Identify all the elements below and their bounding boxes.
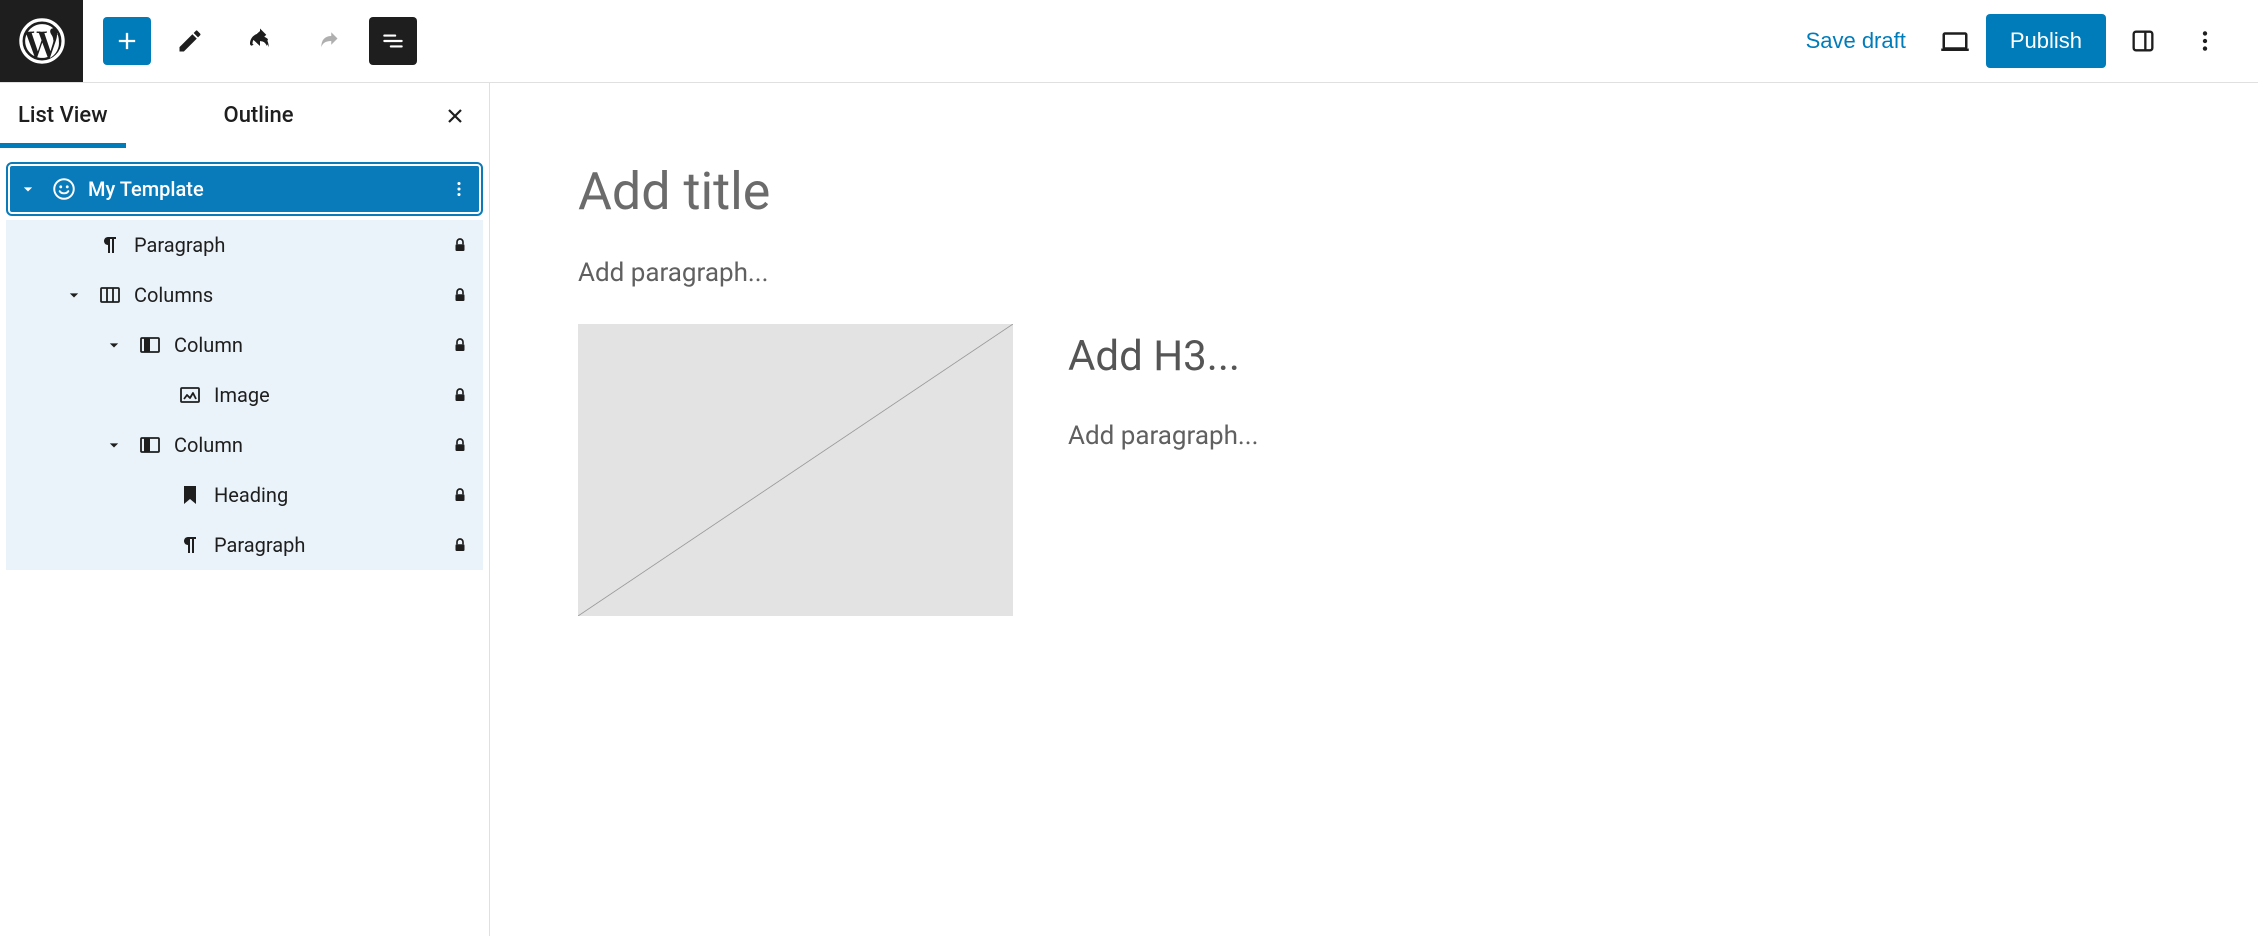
plus-icon [113, 27, 141, 55]
chevron-down-icon[interactable] [10, 179, 46, 199]
tree-label: Image [208, 383, 437, 407]
close-panel-button[interactable] [443, 104, 467, 128]
editor-canvas[interactable]: Add title Add paragraph... Add H3... Add… [490, 83, 2258, 936]
tree-label: My Template [82, 177, 439, 201]
column-icon [132, 433, 168, 457]
sidebar-icon [2129, 27, 2157, 55]
template-icon [46, 176, 82, 202]
panel-tabs: List View Outline [0, 83, 489, 148]
heading-block[interactable]: Add H3... [1068, 332, 1518, 381]
list-view-icon [380, 28, 406, 54]
dots-vertical-icon [2192, 28, 2218, 54]
lock-icon [437, 436, 483, 454]
paragraph-block[interactable]: Add paragraph... [578, 258, 2170, 288]
tree-item-columns[interactable]: Columns [6, 270, 483, 320]
toolbar-right-group: Save draft Publish [1788, 10, 2258, 72]
tree-label: Paragraph [128, 233, 437, 257]
tree-label: Column [168, 333, 437, 357]
document-overview-panel: List View Outline My Template Paragraph [0, 83, 490, 936]
heading-icon [172, 483, 208, 507]
pencil-icon [176, 27, 204, 55]
tools-button[interactable] [159, 10, 221, 72]
column-block-right[interactable]: Add H3... Add paragraph... [1068, 324, 1518, 451]
chevron-down-icon[interactable] [56, 285, 92, 305]
editor-toolbar: Save draft Publish [0, 0, 2258, 83]
wordpress-logo[interactable] [0, 0, 83, 82]
column-block-left[interactable] [578, 324, 1028, 616]
tree-label: Heading [208, 483, 437, 507]
tree-root-my-template[interactable]: My Template [8, 164, 481, 214]
toolbar-left-group [83, 10, 417, 72]
tree-label: Columns [128, 283, 437, 307]
tree-item-heading[interactable]: Heading [6, 470, 483, 520]
dots-vertical-icon [448, 178, 470, 200]
image-block-placeholder[interactable] [578, 324, 1013, 616]
block-inserter-button[interactable] [103, 17, 151, 65]
tab-list-view[interactable]: List View [0, 83, 126, 148]
document-overview-button[interactable] [369, 17, 417, 65]
tree-item-image[interactable]: Image [6, 370, 483, 420]
lock-icon [437, 536, 483, 554]
lock-icon [437, 236, 483, 254]
redo-icon [315, 26, 345, 56]
tree-item-paragraph[interactable]: Paragraph [6, 520, 483, 570]
columns-block[interactable]: Add H3... Add paragraph... [578, 324, 1518, 616]
settings-sidebar-button[interactable] [2112, 10, 2174, 72]
undo-button[interactable] [229, 10, 291, 72]
paragraph-icon [172, 533, 208, 557]
paragraph-icon [92, 233, 128, 257]
preview-button[interactable] [1924, 10, 1986, 72]
block-tree: My Template Paragraph Columns Column Image C… [0, 148, 489, 582]
tree-item-column[interactable]: Column [6, 420, 483, 470]
lock-icon [437, 336, 483, 354]
tab-outline[interactable]: Outline [206, 83, 312, 148]
tree-item-paragraph[interactable]: Paragraph [6, 220, 483, 270]
tree-item-options[interactable] [439, 178, 479, 200]
chevron-down-icon[interactable] [96, 335, 132, 355]
paragraph-block[interactable]: Add paragraph... [1068, 421, 1518, 451]
lock-icon [437, 486, 483, 504]
tree-label: Paragraph [208, 533, 437, 557]
editor-body: List View Outline My Template Paragraph [0, 83, 2258, 936]
columns-icon [92, 283, 128, 307]
save-draft-button[interactable]: Save draft [1788, 28, 1924, 54]
lock-icon [437, 386, 483, 404]
image-icon [172, 383, 208, 407]
redo-button[interactable] [299, 10, 361, 72]
column-icon [132, 333, 168, 357]
wordpress-icon [19, 18, 65, 64]
undo-icon [245, 26, 275, 56]
options-button[interactable] [2174, 10, 2236, 72]
post-title[interactable]: Add title [578, 161, 2170, 222]
chevron-down-icon[interactable] [96, 435, 132, 455]
close-icon [443, 104, 467, 128]
device-icon [1940, 26, 1970, 56]
tree-item-column[interactable]: Column [6, 320, 483, 370]
lock-icon [437, 286, 483, 304]
tree-label: Column [168, 433, 437, 457]
publish-button[interactable]: Publish [1986, 14, 2106, 68]
